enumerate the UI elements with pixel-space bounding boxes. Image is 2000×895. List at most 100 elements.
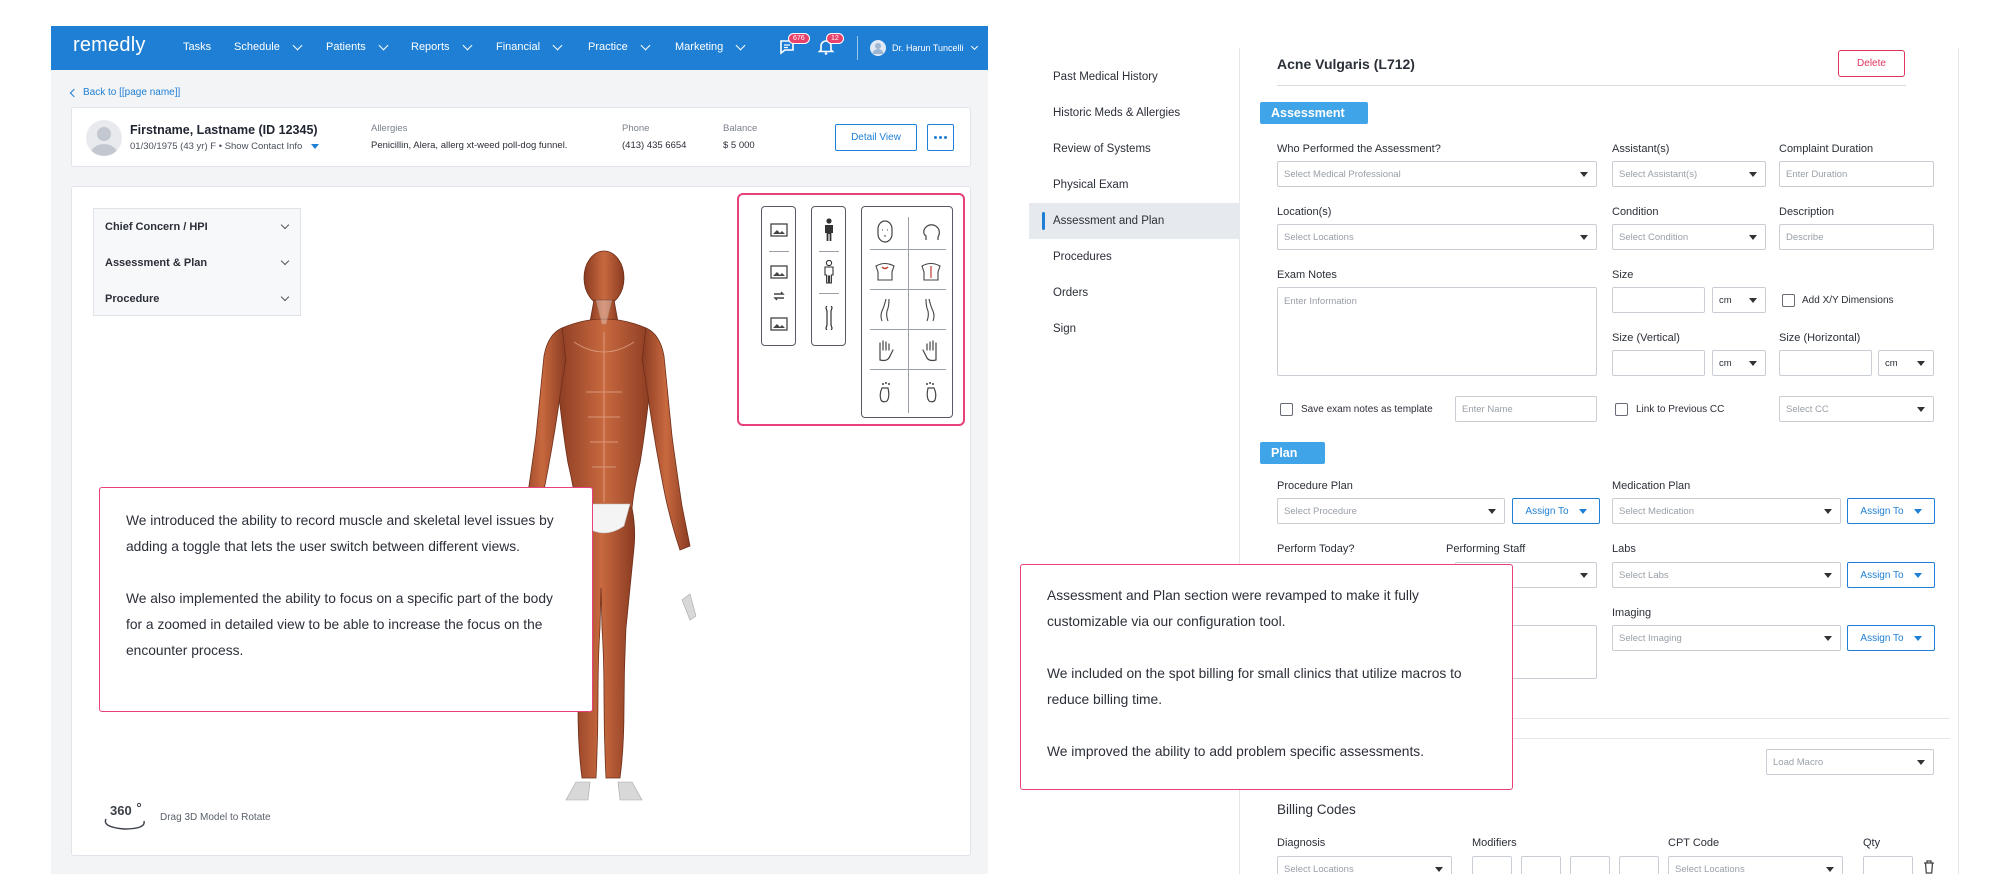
sidebar-item-historic-meds[interactable]: Historic Meds & Allergies: [1029, 95, 1240, 131]
diagnosis-select[interactable]: Select Locations: [1277, 856, 1452, 874]
medication-assign-to-button[interactable]: Assign To: [1847, 498, 1935, 524]
sidebar-item-physical-exam[interactable]: Physical Exam: [1029, 167, 1240, 203]
template-name-input[interactable]: Enter Name: [1455, 396, 1597, 422]
size-horizontal-input[interactable]: [1779, 350, 1872, 376]
more-options-button[interactable]: [927, 124, 954, 151]
notifications-button[interactable]: 12: [817, 33, 844, 58]
dot-icon: [934, 136, 937, 139]
leg-other-side-icon: [925, 298, 935, 322]
chevron-down-icon: [552, 40, 563, 51]
separator: [870, 289, 946, 290]
app-logo[interactable]: remedly: [73, 34, 146, 57]
chevron-down-icon: [292, 40, 303, 51]
dot-icon: [939, 136, 942, 139]
skin-layer-button[interactable]: [818, 217, 840, 243]
image-view-button[interactable]: [768, 263, 790, 281]
link-previous-cc-checkbox[interactable]: [1615, 403, 1628, 416]
region-torso-front-button[interactable]: [872, 257, 898, 283]
region-hand-right-button[interactable]: [918, 337, 944, 363]
chevron-down-icon: [462, 40, 472, 51]
size-unit-select[interactable]: cm: [1712, 287, 1766, 313]
procedure-select[interactable]: Select Procedure: [1277, 498, 1505, 524]
imaging-assign-to-button[interactable]: Assign To: [1847, 625, 1935, 651]
user-menu[interactable]: Dr. Harun Tuncelli: [870, 40, 978, 56]
size-vertical-unit-select[interactable]: cm: [1712, 350, 1766, 376]
nav-reports[interactable]: Reports: [411, 40, 472, 53]
separator: [908, 217, 909, 413]
save-template-checkbox[interactable]: [1280, 403, 1293, 416]
add-xy-dimensions-checkbox[interactable]: [1782, 294, 1795, 307]
nav-patients[interactable]: Patients: [326, 40, 389, 53]
nav-schedule[interactable]: Schedule: [234, 40, 303, 53]
region-foot-right-button[interactable]: [918, 379, 944, 405]
assistants-select[interactable]: Select Assistant(s): [1612, 161, 1766, 187]
locations-select[interactable]: Select Locations: [1277, 224, 1597, 250]
region-leg-button[interactable]: [872, 297, 898, 323]
medication-select[interactable]: Select Medication: [1612, 498, 1841, 524]
encounter-accordion: Chief Concern / HPI Assessment & Plan Pr…: [93, 208, 301, 316]
delete-row-button[interactable]: [1923, 860, 1935, 874]
caret-down-icon: [1917, 407, 1925, 412]
caret-down-icon: [1913, 508, 1922, 514]
messages-button[interactable]: 676: [779, 33, 810, 58]
complaint-duration-input[interactable]: Enter Duration: [1779, 161, 1934, 187]
exam-notes-textarea[interactable]: Enter Information: [1277, 287, 1597, 376]
complaint-duration-label: Complaint Duration: [1779, 143, 1874, 155]
imaging-select[interactable]: Select Imaging: [1612, 625, 1841, 651]
nav-practice[interactable]: Practice: [588, 40, 651, 53]
caret-down-icon[interactable]: [310, 143, 319, 149]
region-torso-back-button[interactable]: [918, 257, 944, 283]
condition-select[interactable]: Select Condition: [1612, 224, 1766, 250]
image-view-button[interactable]: [768, 221, 790, 239]
skeleton-layer-button[interactable]: [818, 305, 840, 331]
caret-down-icon: [1824, 573, 1832, 578]
region-face-button[interactable]: [872, 219, 898, 245]
size-input[interactable]: [1612, 287, 1705, 313]
select-cc-dropdown[interactable]: Select CC: [1779, 396, 1934, 422]
caret-down-icon: [1824, 636, 1832, 641]
medical-professional-select[interactable]: Select Medical Professional: [1277, 161, 1597, 187]
sidebar-item-procedures[interactable]: Procedures: [1029, 239, 1240, 275]
modifier-input-1[interactable]: [1472, 856, 1512, 874]
foot-left-icon: [879, 382, 890, 403]
caret-down-icon: [1488, 509, 1496, 514]
sidebar-item-orders[interactable]: Orders: [1029, 275, 1240, 311]
sidebar-item-review-of-systems[interactable]: Review of Systems: [1029, 131, 1240, 167]
nav-tasks[interactable]: Tasks: [183, 41, 211, 53]
modifier-input-4[interactable]: [1619, 856, 1659, 874]
nav-financial[interactable]: Financial: [496, 40, 563, 53]
accordion-procedure[interactable]: Procedure: [94, 281, 300, 317]
region-hand-left-button[interactable]: [872, 337, 898, 363]
body-view-selector: [737, 193, 965, 426]
show-contact-info-link[interactable]: Show Contact Info: [225, 141, 303, 152]
labs-assign-to-button[interactable]: Assign To: [1847, 562, 1935, 588]
load-macro-select[interactable]: Load Macro: [1766, 749, 1934, 775]
region-leg-other-button[interactable]: [918, 297, 944, 323]
modifier-input-2[interactable]: [1521, 856, 1561, 874]
accordion-assessment-plan[interactable]: Assessment & Plan: [94, 245, 300, 281]
sidebar-item-sign[interactable]: Sign: [1029, 311, 1240, 347]
size-horizontal-unit-select[interactable]: cm: [1878, 350, 1934, 376]
size-vertical-input[interactable]: [1612, 350, 1705, 376]
nav-marketing[interactable]: Marketing: [675, 40, 746, 53]
sidebar-item-assessment-and-plan[interactable]: Assessment and Plan: [1029, 203, 1240, 239]
labs-select[interactable]: Select Labs: [1612, 562, 1841, 588]
description-input[interactable]: Describe: [1779, 224, 1934, 250]
region-foot-left-button[interactable]: [872, 379, 898, 405]
description-label: Description: [1779, 206, 1835, 218]
image-icon: [770, 265, 788, 279]
swap-view-button[interactable]: [768, 287, 790, 305]
modifier-input-3[interactable]: [1570, 856, 1610, 874]
sidebar-item-past-medical-history[interactable]: Past Medical History: [1029, 59, 1240, 95]
procedure-assign-to-button[interactable]: Assign To: [1512, 498, 1600, 524]
cpt-code-select[interactable]: Select Locations: [1668, 856, 1843, 874]
detail-view-button[interactable]: Detail View: [835, 124, 917, 151]
accordion-chief-concern[interactable]: Chief Concern / HPI: [94, 209, 300, 245]
messages-badge: 676: [788, 33, 810, 44]
image-view-button[interactable]: [768, 315, 790, 333]
muscle-layer-button[interactable]: [818, 259, 840, 285]
region-head-side-button[interactable]: [918, 219, 944, 245]
back-link[interactable]: Back to [[page name]]: [69, 87, 180, 98]
delete-button[interactable]: Delete: [1838, 50, 1905, 77]
qty-input[interactable]: [1863, 856, 1913, 874]
